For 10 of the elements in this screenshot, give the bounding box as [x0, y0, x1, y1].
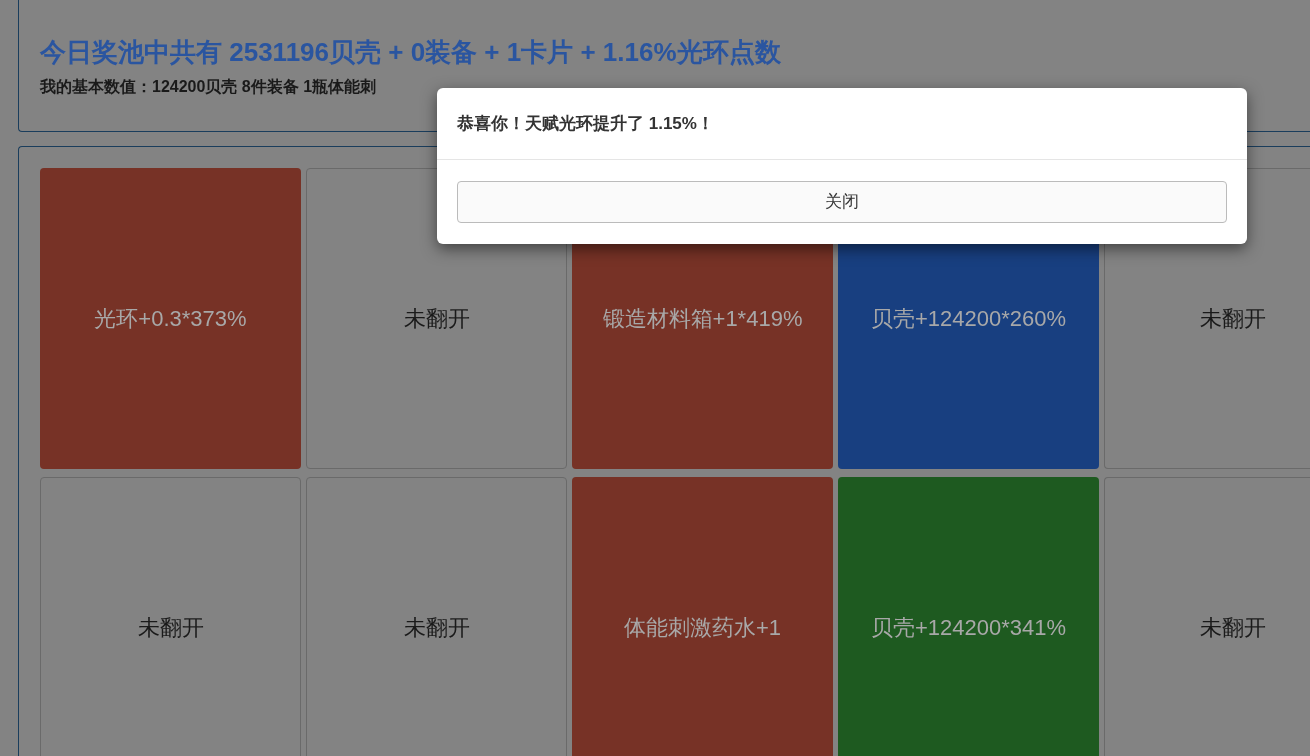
dialog-message: 恭喜你！天赋光环提升了 1.15%！ — [457, 114, 714, 133]
unflipped-card[interactable]: 未翻开 — [40, 476, 301, 756]
prize-card[interactable]: 体能刺激药水+1 — [572, 476, 833, 756]
prize-card[interactable]: 光环+0.3*373% — [40, 167, 301, 469]
unflipped-card[interactable]: 未翻开 — [306, 476, 567, 756]
stats-text: 我的基本数值：124200贝壳 8件装备 1瓶体能刺 — [40, 76, 378, 97]
unflipped-card[interactable]: 未翻开 — [1104, 476, 1310, 756]
close-button[interactable]: 关闭 — [457, 180, 1227, 223]
prize-card[interactable]: 贝壳+124200*341% — [838, 476, 1099, 756]
pool-title: 今日奖池中共有 2531196贝壳 + 0装备 + 1卡片 + 1.16%光环点数 — [40, 36, 782, 69]
